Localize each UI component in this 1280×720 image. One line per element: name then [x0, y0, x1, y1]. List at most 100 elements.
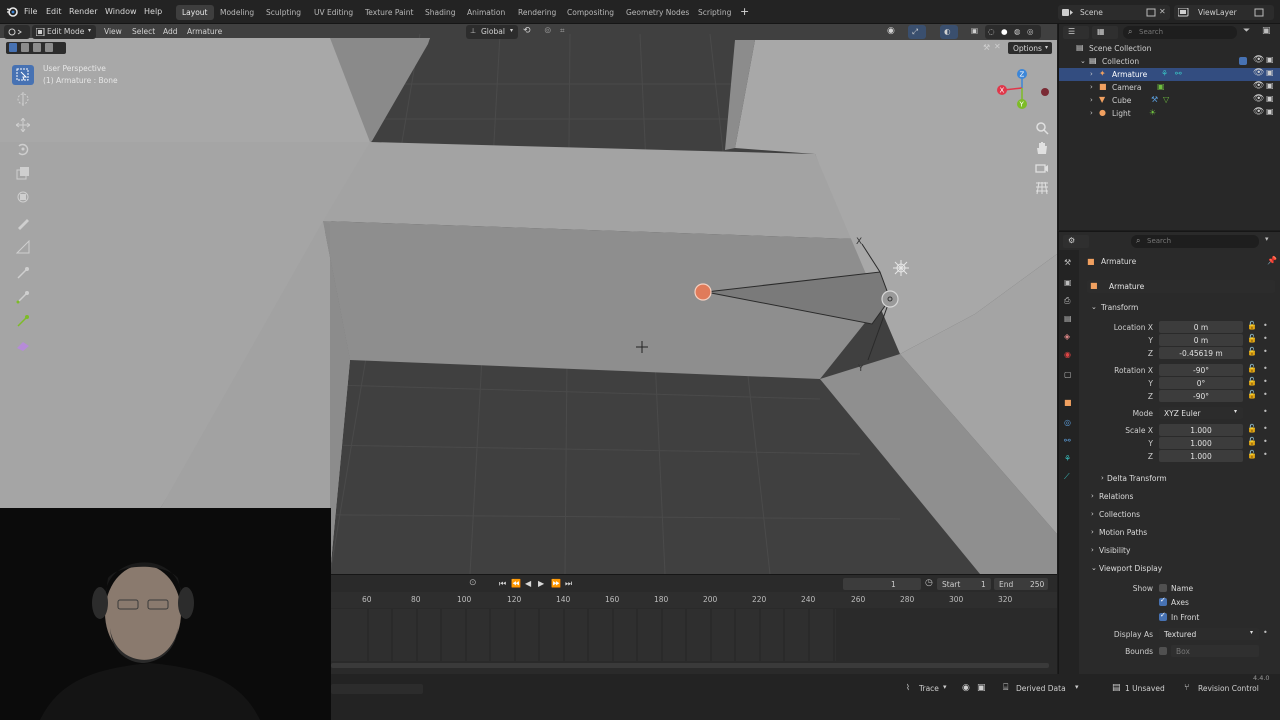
blender-logo-icon[interactable] [6, 7, 18, 17]
tool-tab-icon[interactable]: ⚒ [1064, 258, 1071, 267]
outliner-row-camera[interactable]: › ■ Camera ▣ 👁 ▣ [1059, 81, 1280, 94]
start-frame-field[interactable]: Start 1 [937, 578, 991, 590]
jump-end-icon[interactable]: ⏭ [565, 579, 572, 589]
pin-icon[interactable]: 📌 [1267, 256, 1277, 265]
jump-start-icon[interactable]: ⏮ [499, 579, 506, 589]
tool-envelope[interactable] [12, 335, 34, 355]
keyframe-dot-icon[interactable]: • [1263, 424, 1268, 433]
play-reverse-icon[interactable]: ◀ [525, 579, 531, 588]
delta-transform-panel-header[interactable]: Delta Transform [1107, 474, 1167, 483]
derived-data-label[interactable]: Derived Data [1016, 684, 1066, 693]
menu-help[interactable]: Help [144, 7, 162, 16]
rendered-shading-icon[interactable]: ◎ [1027, 27, 1034, 36]
select-subtract-icon[interactable] [33, 43, 41, 52]
mirror-x-icon[interactable]: ✕ [994, 42, 1001, 51]
motion-paths-panel-header[interactable]: Motion Paths [1099, 528, 1147, 537]
eye-icon[interactable]: 👁 [1253, 55, 1264, 65]
tool-roll[interactable] [12, 311, 34, 331]
snap-icon[interactable]: ⊚ [544, 26, 552, 36]
camera-render-icon[interactable]: ▣ [1266, 68, 1274, 77]
lock-icon[interactable]: 🔓 [1247, 390, 1257, 399]
gizmo-toggle[interactable]: ⤢ [908, 25, 926, 39]
output-tab-icon[interactable]: ⎙ [1064, 296, 1070, 306]
outliner-row-collection[interactable]: ⌄ ▤ Collection 👁 ▣ [1059, 55, 1280, 68]
scale-y-field[interactable]: 1.000 [1159, 437, 1243, 449]
xray-icon[interactable]: ▣ [971, 26, 978, 35]
overlay-toggle[interactable]: ◐ [940, 25, 958, 39]
menu-armature[interactable]: Armature [187, 27, 222, 36]
physics-tab-icon[interactable]: ◎ [1064, 418, 1071, 427]
outliner-search[interactable]: ⌕ Search [1123, 26, 1237, 39]
camera-render-icon[interactable]: ▣ [1266, 55, 1274, 64]
new-collection-icon[interactable]: ▣ [1262, 26, 1271, 36]
revision-control-icon[interactable]: ⑂ [1184, 683, 1189, 693]
properties-editor[interactable]: ⚙ ⌕ Search ▾ ⚒ ▣ ⎙ ▤ ◈ ◉ ▢ ■ ◎ ⚯ ⚘ ⟋ ■ A… [1058, 231, 1280, 675]
eye-icon[interactable]: 👁 [1253, 107, 1264, 117]
outliner-row-light[interactable]: › ● Light ☀ 👁 ▣ [1059, 107, 1280, 120]
workspace-tab-geometry-nodes[interactable]: Geometry Nodes [620, 5, 695, 20]
menu-edit[interactable]: Edit [46, 7, 62, 16]
chevron-right-icon[interactable]: › [1091, 546, 1094, 554]
collection-tab-icon[interactable]: ▢ [1064, 370, 1072, 379]
camera-render-icon[interactable]: ▣ [1266, 81, 1274, 90]
editor-type-button[interactable] [4, 25, 30, 39]
timeline[interactable]: ⊙ ⏮ ⏪ ◀ ▶ ⏩ ⏭ 1 ◷ Start 1 End 250 60 80 … [331, 574, 1057, 674]
lock-icon[interactable]: 🔓 [1247, 321, 1257, 330]
object-name-field[interactable]: ■ Armature [1087, 280, 1275, 293]
navigation-gizmo[interactable]: Z X Y [994, 68, 1054, 118]
properties-editor-type[interactable]: ⚙ [1063, 235, 1089, 248]
object-tab-icon[interactable]: ■ [1064, 398, 1072, 407]
location-y-field[interactable]: 0 m [1159, 334, 1243, 346]
menu-file[interactable]: File [24, 7, 37, 16]
chevron-right-icon[interactable]: › [1091, 528, 1094, 536]
chevron-right-icon[interactable]: › [1101, 474, 1104, 482]
trace-label[interactable]: Trace [919, 684, 939, 693]
workspace-tab-sculpting[interactable]: Sculpting [260, 5, 307, 20]
properties-search[interactable]: ⌕ Search [1131, 235, 1259, 248]
outliner-row-armature[interactable]: › ✦ Armature ⚘ ⚯ 👁 ▣ [1059, 68, 1280, 81]
view-layer-tab-icon[interactable]: ▤ [1064, 314, 1072, 323]
pivot-point-icon[interactable]: ⟲ [523, 26, 531, 36]
outliner[interactable]: ☰ ▦ ⌕ Search ⏷ ▣ ▤ Scene Collection ⌄ ▤ … [1058, 24, 1280, 230]
camera-render-icon[interactable]: ▣ [1266, 107, 1274, 116]
tool-transform[interactable] [12, 187, 34, 207]
eye-icon[interactable]: 👁 [1253, 81, 1264, 91]
snap-options-icon[interactable]: ⌗ [560, 26, 565, 36]
keyframe-dot-icon[interactable]: • [1263, 334, 1268, 343]
workspace-tab-texture-paint[interactable]: Texture Paint [359, 5, 419, 20]
transform-panel-header[interactable]: Transform [1101, 303, 1138, 312]
menu-render[interactable]: Render [69, 7, 97, 16]
menu-view[interactable]: View [104, 27, 122, 36]
armature-data-tab-icon[interactable]: ⚘ [1064, 454, 1071, 463]
constraints-tab-icon[interactable]: ⚯ [1064, 436, 1071, 445]
keyframe-dot-icon[interactable]: • [1263, 437, 1268, 446]
pan-hand-icon[interactable] [1034, 140, 1050, 156]
lock-icon[interactable]: 🔓 [1247, 424, 1257, 433]
wireframe-shading-icon[interactable]: ◌ [988, 27, 995, 36]
location-x-field[interactable]: 0 m [1159, 321, 1243, 333]
keyframe-dot-icon[interactable]: • [1263, 377, 1268, 386]
end-frame-field[interactable]: End 250 [994, 578, 1048, 590]
world-tab-icon[interactable]: ◉ [1064, 350, 1071, 359]
outliner-row-scene-collection[interactable]: ▤ Scene Collection [1059, 42, 1280, 55]
viewport-scene[interactable] [0, 24, 1057, 574]
rotation-y-field[interactable]: 0° [1159, 377, 1243, 389]
keyframe-dot-icon[interactable]: • [1263, 450, 1268, 459]
eye-icon[interactable]: 👁 [1253, 94, 1264, 104]
new-view-layer-icon[interactable] [1254, 8, 1264, 17]
lock-icon[interactable]: 🔓 [1247, 437, 1257, 446]
transform-affect-icon[interactable]: ⚒ [983, 43, 990, 52]
camera-view-icon[interactable] [1034, 160, 1050, 176]
current-frame-field[interactable]: 1 [843, 578, 921, 590]
mode-dropdown[interactable]: Edit Mode ▾ [32, 25, 96, 39]
relations-panel-header[interactable]: Relations [1099, 492, 1133, 501]
options-dropdown[interactable]: Options ▾ [1008, 42, 1052, 54]
show-name-checkbox[interactable] [1159, 584, 1167, 592]
visibility-filter-icon[interactable]: ◉ [887, 26, 895, 36]
tool-scale[interactable] [12, 163, 34, 183]
location-z-field[interactable]: -0.45619 m [1159, 347, 1243, 359]
menu-window[interactable]: Window [105, 7, 137, 16]
play-icon[interactable]: ▶ [538, 579, 544, 588]
chevron-down-icon[interactable]: ⌄ [1091, 303, 1097, 311]
transform-orientation-dropdown[interactable]: ⊥ Global ▾ [466, 25, 518, 39]
